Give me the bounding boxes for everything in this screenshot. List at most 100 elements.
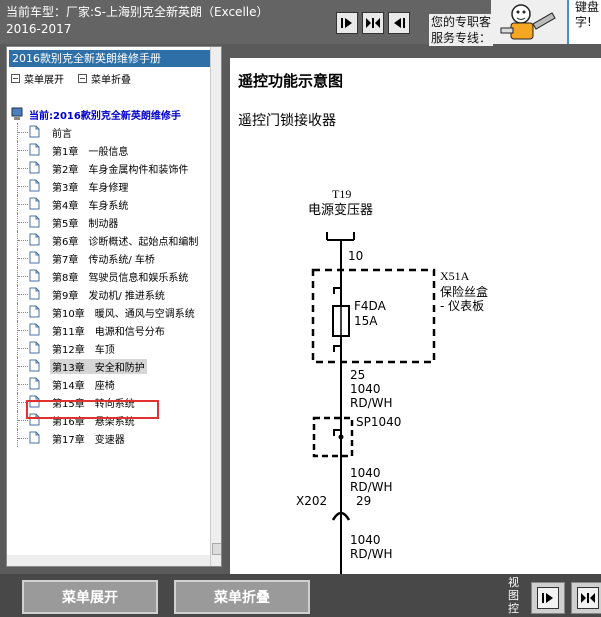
collapse-menu-link[interactable]: 菜单折叠	[78, 71, 131, 86]
tree-item-label: 第17章 变速器	[52, 435, 125, 446]
tree-item[interactable]: 第11章 电源和信号分布	[7, 321, 207, 339]
tree-root[interactable]: 当前:2016款别克全新英朗维修手	[7, 105, 207, 123]
view-control-label: 视图控	[508, 576, 519, 615]
scrollbar-thumb[interactable]	[212, 543, 221, 555]
tree-item-label: 第13章 安全和防护	[50, 359, 147, 374]
ad-line-2: 字!	[575, 15, 592, 29]
tree-item[interactable]: 第10章 暖风、通风与空调系统	[7, 303, 207, 321]
tree-item-label: 前言	[52, 129, 72, 140]
x51a-label: X51A	[440, 269, 470, 283]
service-hotline: 您的专职客 服务专线：	[429, 14, 494, 46]
mascot-mechanic-image	[491, 0, 567, 44]
tree-item[interactable]: 第4章 车身系统	[7, 195, 207, 213]
chapter-tree: 当前:2016款别克全新英朗维修手 前言第1章 一般信息第2章 车身金属构件和装…	[7, 105, 207, 447]
tree-branch	[18, 294, 28, 295]
wire-1040-b-label: 1040	[350, 466, 381, 480]
tree-item[interactable]: 第9章 发动机/ 推进系统	[7, 285, 207, 303]
document-icon	[29, 125, 40, 138]
tree-item[interactable]: 第3章 车身修理	[7, 177, 207, 195]
ad-line-1: 键盘	[575, 0, 600, 14]
selection-highlight	[26, 400, 159, 419]
wire-25-label: 25	[350, 368, 365, 382]
document-pane: 遥控功能示意图 遥控门锁接收器 T19 电源变压器 10 X51A 保险丝盒 -…	[230, 58, 601, 574]
document-icon	[29, 143, 40, 156]
tree-item[interactable]: 第17章 变速器	[7, 429, 207, 447]
wire-29-label: 29	[356, 494, 371, 508]
fuse-name-label: F4DA	[354, 299, 387, 313]
document-icon	[29, 197, 40, 210]
tree-root-label: 当前:2016款别克全新英朗维修手	[29, 110, 181, 122]
tree-item[interactable]: 第7章 传动系统/ 车桥	[7, 249, 207, 267]
tree-branch	[18, 330, 28, 331]
step-forward-button[interactable]	[336, 12, 358, 34]
expand-menu-button[interactable]: 菜单展开	[22, 580, 158, 614]
tree-item[interactable]: 第13章 安全和防护	[7, 357, 207, 375]
x202-label: X202	[296, 494, 327, 508]
wire-color-a-label: RD/WH	[350, 396, 393, 410]
keyboard-ad-banner[interactable]: 键盘 字!	[567, 0, 601, 44]
tree-branch	[18, 438, 28, 439]
wire-color-b-label: RD/WH	[350, 480, 393, 494]
tree-item[interactable]: 第2章 车身金属构件和装饰件	[7, 159, 207, 177]
current-model-title: 当前车型：厂家:S-上海别克全新英朗（Excelle） 2016-2017	[6, 4, 269, 38]
tree-branch	[18, 222, 28, 223]
view-split-button[interactable]	[571, 582, 601, 614]
step-forward-icon	[341, 18, 352, 28]
document-icon	[29, 287, 40, 300]
expand-menu-link[interactable]: 菜单展开	[11, 71, 64, 86]
view-controls	[531, 582, 601, 614]
tree-item-label: 第7章 传动系统/ 车桥	[52, 255, 155, 266]
tree-item[interactable]: 第14章 座椅	[7, 375, 207, 393]
splice-label: SP1040	[356, 415, 401, 429]
sidebar-horizontal-scrollbar[interactable]	[7, 555, 210, 566]
document-icon	[29, 341, 40, 354]
fuse-rating-label: 15A	[354, 314, 378, 328]
tree-branch	[18, 312, 28, 313]
tree-branch	[18, 240, 28, 241]
tree-item[interactable]: 第12章 车顶	[7, 339, 207, 357]
document-subheading: 遥控门锁接收器	[238, 113, 336, 129]
split-view-icon	[581, 593, 595, 603]
toolbar-nav	[336, 12, 410, 34]
view-step-forward-button[interactable]	[531, 582, 565, 614]
tree-item-label: 第11章 电源和信号分布	[52, 327, 165, 338]
wire-10-label: 10	[348, 249, 363, 263]
tree-item-label: 第14章 座椅	[52, 381, 115, 392]
expand-menu-label: 菜单展开	[24, 75, 64, 86]
tree-branch	[18, 384, 28, 385]
tree-branch	[18, 186, 28, 187]
step-forward-icon	[542, 593, 553, 603]
wire-1040-c-label: 1040	[350, 533, 381, 547]
document-icon	[29, 323, 40, 336]
tree-item[interactable]: 第1章 一般信息	[7, 141, 207, 159]
tree-item-label: 第3章 车身修理	[52, 183, 129, 194]
tree-item-label: 第1章 一般信息	[52, 147, 129, 158]
document-icon	[29, 431, 40, 444]
tree-item[interactable]: 前言	[7, 123, 207, 141]
collapse-menu-button[interactable]: 菜单折叠	[174, 580, 310, 614]
tree-item[interactable]: 第8章 驾驶员信息和娱乐系统	[7, 267, 207, 285]
tree-branch	[18, 348, 28, 349]
document-icon	[29, 359, 40, 372]
tree-branch	[18, 258, 28, 259]
tree-item[interactable]: 第5章 制动器	[7, 213, 207, 231]
tree-item-label: 第5章 制动器	[52, 219, 119, 230]
fusebox-label-1: 保险丝盒	[440, 284, 488, 299]
manual-title[interactable]: 2016款别克全新英朗维修手册	[9, 50, 219, 67]
wire-color-c-label: RD/WH	[350, 547, 393, 561]
tree-item-label: 第2章 车身金属构件和装饰件	[52, 165, 189, 176]
tree-branch	[18, 132, 28, 133]
document-icon	[29, 305, 40, 318]
menu-actions: 菜单展开 菜单折叠	[11, 71, 131, 86]
step-back-button[interactable]	[388, 12, 410, 34]
document-heading: 遥控功能示意图	[238, 72, 344, 90]
sidebar-vertical-scrollbar[interactable]	[210, 47, 221, 566]
document-icon	[29, 377, 40, 390]
tree-branch	[18, 366, 28, 367]
computer-icon	[11, 107, 23, 120]
collapse-icon	[78, 74, 87, 83]
split-view-button[interactable]	[362, 12, 384, 34]
split-view-icon	[366, 18, 380, 28]
service-line-2: 服务专线：	[431, 31, 492, 45]
tree-item[interactable]: 第6章 诊断概述、起始点和编制	[7, 231, 207, 249]
